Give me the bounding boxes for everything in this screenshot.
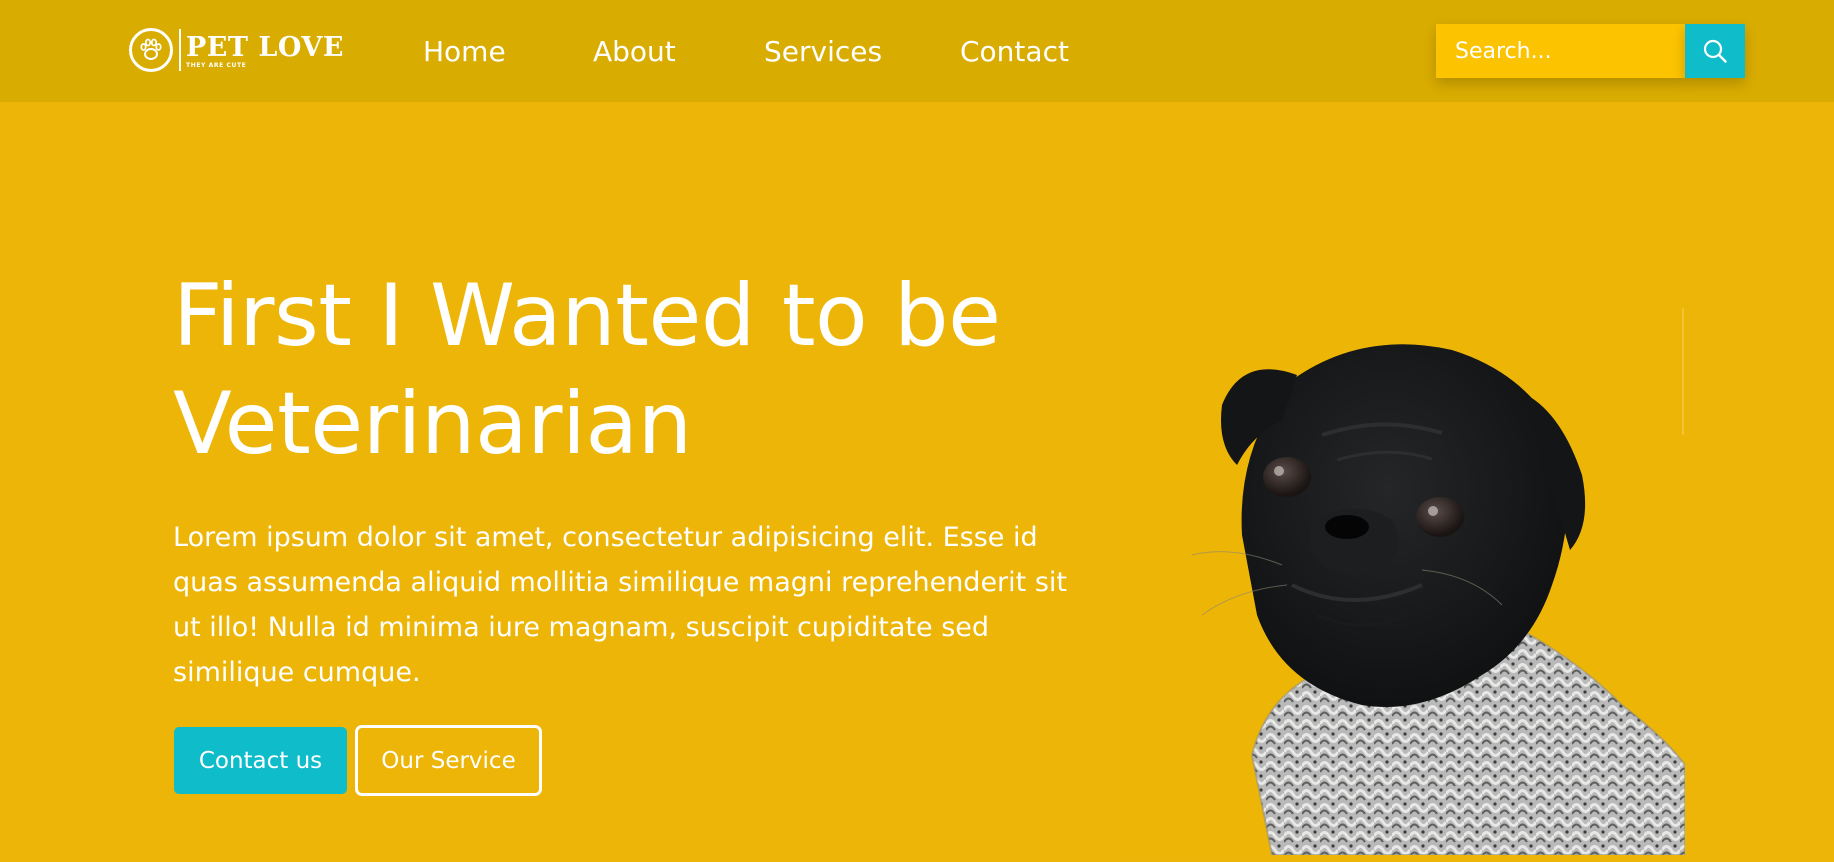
paw-icon bbox=[129, 28, 173, 72]
search-input[interactable] bbox=[1453, 37, 1687, 65]
nav-services[interactable]: Services bbox=[764, 33, 882, 71]
search-icon bbox=[1703, 39, 1727, 63]
hero-description: Lorem ipsum dolor sit amet, consectetur … bbox=[173, 522, 1067, 688]
logo-text: PET LOVE THEY ARE CUTE bbox=[186, 32, 344, 69]
logo-divider bbox=[179, 29, 181, 71]
pug-image bbox=[1122, 115, 1685, 855]
site-header: PET LOVE THEY ARE CUTE Home About Servic… bbox=[0, 0, 1834, 102]
brand-tagline: THEY ARE CUTE bbox=[186, 61, 247, 69]
our-service-button[interactable]: Our Service bbox=[355, 725, 542, 796]
contact-us-button[interactable]: Contact us bbox=[174, 727, 347, 794]
nav-about[interactable]: About bbox=[593, 33, 676, 71]
hero-title-line-2: Veterinarian bbox=[173, 374, 692, 474]
hero-title-line-1: First I Wanted to be bbox=[173, 266, 1001, 366]
brand-logo[interactable]: PET LOVE THEY ARE CUTE bbox=[129, 26, 344, 74]
brand-name: PET LOVE bbox=[186, 31, 344, 63]
nav-home[interactable]: Home bbox=[423, 33, 506, 71]
hero-title: First I Wanted to be Veterinarian bbox=[173, 262, 1053, 478]
search-box bbox=[1436, 24, 1687, 78]
search-button[interactable] bbox=[1685, 24, 1745, 78]
nav-contact[interactable]: Contact bbox=[960, 33, 1069, 71]
